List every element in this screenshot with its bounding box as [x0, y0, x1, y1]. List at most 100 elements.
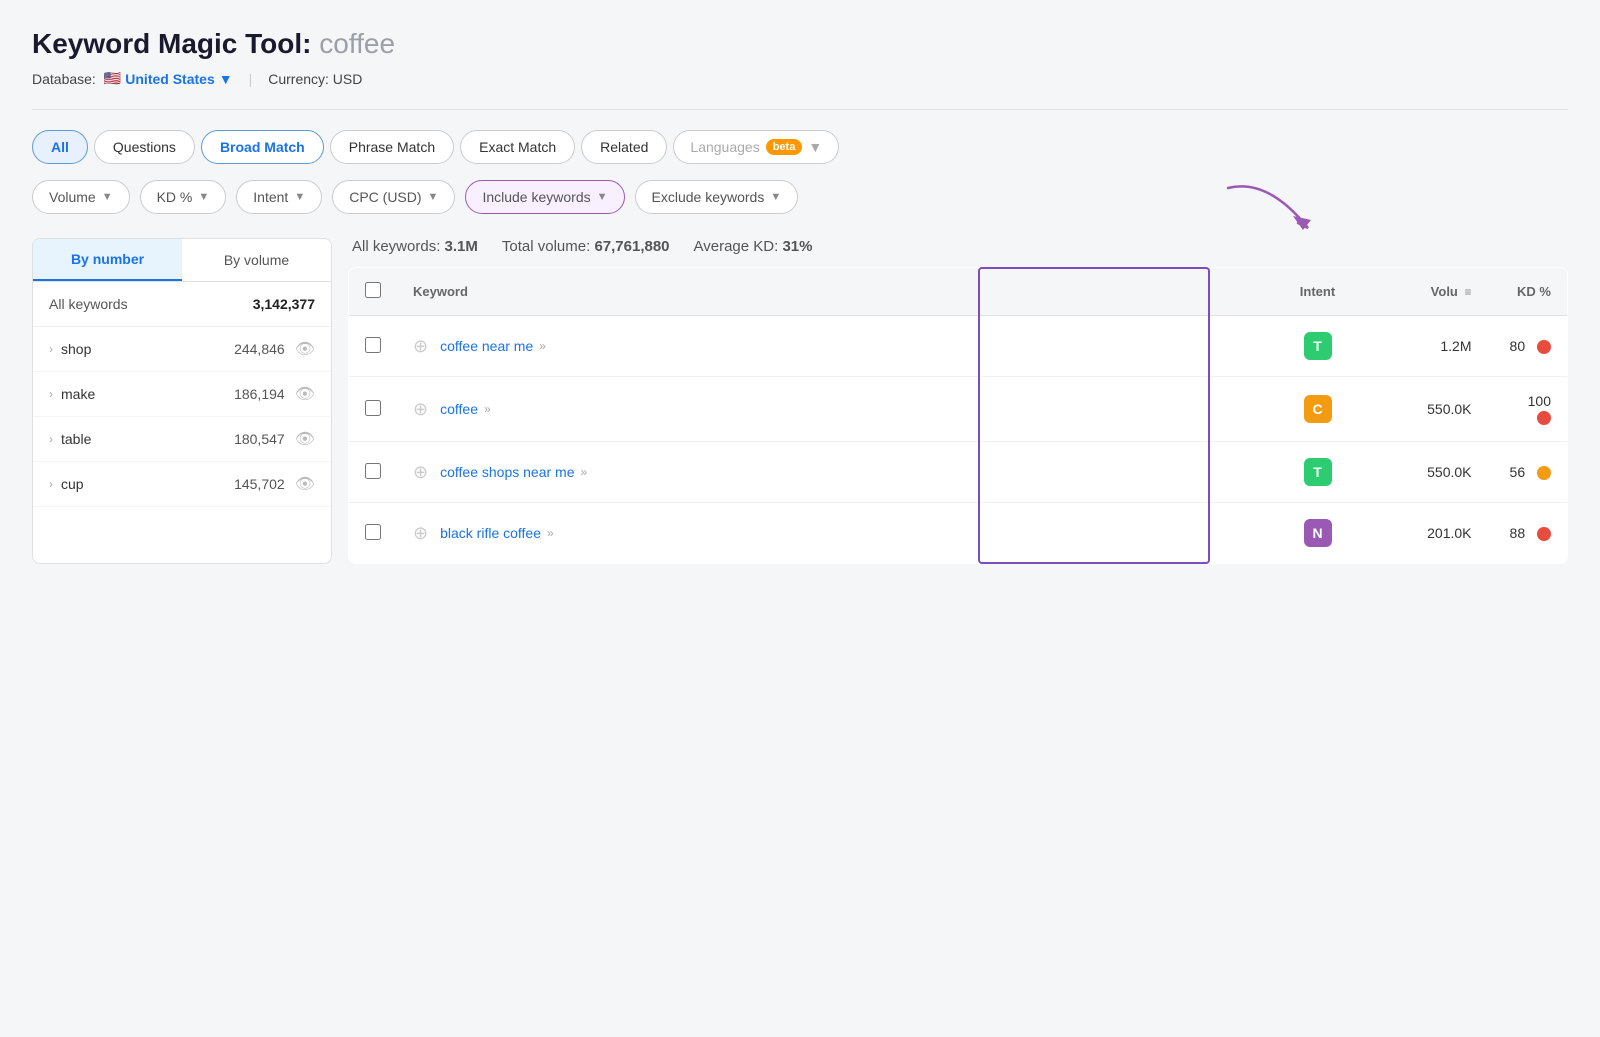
double-arrow-3-icon: »	[580, 465, 587, 479]
intent-badge-4: N	[1304, 519, 1332, 547]
expand-cup-icon[interactable]: ›	[49, 477, 53, 491]
td-keyword-2: ⊕ coffee »	[397, 377, 1268, 442]
volume-sort-icon[interactable]: ≡	[1464, 285, 1471, 299]
include-keywords-label: Include keywords	[482, 189, 590, 205]
eye-table-icon[interactable]: 👁	[295, 429, 315, 449]
keyword-link-1[interactable]: ⊕ coffee near me »	[413, 336, 1252, 357]
double-arrow-2-icon: »	[484, 402, 491, 416]
all-keywords-count: 3,142,377	[253, 296, 315, 312]
table-row: ⊕ coffee » C 550.0K 100	[349, 377, 1568, 442]
td-keyword-1: ⊕ coffee near me »	[397, 316, 1268, 377]
cpc-filter[interactable]: CPC (USD) ▼	[332, 180, 455, 214]
all-keywords-summary-label: All keywords: 3.1M	[352, 238, 478, 255]
add-keyword-3-icon[interactable]: ⊕	[413, 462, 428, 483]
keyword-cup: cup	[61, 476, 84, 492]
all-keywords-label: All keywords	[49, 296, 128, 312]
row2-checkbox[interactable]	[365, 400, 381, 416]
th-volume: Volu ≡	[1368, 268, 1488, 316]
add-keyword-1-icon[interactable]: ⊕	[413, 336, 428, 357]
exclude-keywords-filter[interactable]: Exclude keywords ▼	[635, 180, 799, 214]
table-row: ⊕ black rifle coffee » N 201.0K 88	[349, 503, 1568, 564]
query-label: coffee	[319, 28, 395, 59]
include-keywords-filter[interactable]: Include keywords ▼	[465, 180, 624, 214]
database-label: Database:	[32, 71, 96, 87]
tab-languages[interactable]: Languages beta ▼	[673, 130, 839, 164]
eye-make-icon[interactable]: 👁	[295, 384, 315, 404]
filter-bar: Volume ▼ KD % ▼ Intent ▼ CPC (USD) ▼ Inc…	[32, 180, 1568, 214]
include-keywords-chevron-icon: ▼	[597, 191, 608, 203]
count-table: 180,547	[234, 431, 285, 447]
td-kd-4: 88	[1488, 503, 1568, 564]
kd-dot-2	[1537, 411, 1551, 425]
languages-label: Languages	[690, 139, 759, 155]
kd-filter-chevron-icon: ▼	[198, 191, 209, 203]
by-volume-tab[interactable]: By volume	[182, 239, 331, 281]
avg-kd-label: Average KD: 31%	[694, 238, 813, 255]
intent-filter[interactable]: Intent ▼	[236, 180, 322, 214]
add-keyword-4-icon[interactable]: ⊕	[413, 523, 428, 544]
languages-chevron-icon: ▼	[808, 139, 822, 155]
add-keyword-2-icon[interactable]: ⊕	[413, 399, 428, 420]
count-make: 186,194	[234, 386, 285, 402]
eye-shop-icon[interactable]: 👁	[295, 339, 315, 359]
table-row: ⊕ coffee near me » T 1.2M 80	[349, 316, 1568, 377]
cpc-filter-chevron-icon: ▼	[428, 191, 439, 203]
tab-exact-match[interactable]: Exact Match	[460, 130, 575, 164]
tab-all[interactable]: All	[32, 130, 88, 164]
th-keyword: Keyword	[397, 268, 1268, 316]
volume-filter-label: Volume	[49, 189, 96, 205]
expand-make-icon[interactable]: ›	[49, 387, 53, 401]
row4-checkbox[interactable]	[365, 524, 381, 540]
exclude-keywords-chevron-icon: ▼	[770, 191, 781, 203]
database-chevron-icon: ▼	[219, 71, 233, 87]
keyword-text-4: black rifle coffee	[440, 525, 541, 541]
count-shop: 244,846	[234, 341, 285, 357]
td-volume-2: 550.0K	[1368, 377, 1488, 442]
kd-dot-3	[1537, 466, 1551, 480]
td-keyword-3: ⊕ coffee shops near me »	[397, 442, 1268, 503]
keyword-link-3[interactable]: ⊕ coffee shops near me »	[413, 462, 1252, 483]
expand-table-icon[interactable]: ›	[49, 432, 53, 446]
left-panel-header: All keywords 3,142,377	[33, 282, 331, 327]
keyword-link-2[interactable]: ⊕ coffee »	[413, 399, 1252, 420]
tab-questions[interactable]: Questions	[94, 130, 195, 164]
header-divider	[32, 109, 1568, 110]
kd-dot-4	[1537, 527, 1551, 541]
count-cup: 145,702	[234, 476, 285, 492]
keyword-text-3: coffee shops near me	[440, 464, 574, 480]
keyword-shop: shop	[61, 341, 91, 357]
td-kd-1: 80	[1488, 316, 1568, 377]
keyword-link-4[interactable]: ⊕ black rifle coffee »	[413, 523, 1252, 544]
td-intent-2: C	[1268, 377, 1368, 442]
by-number-tab[interactable]: By number	[33, 239, 182, 281]
keyword-text-2: coffee	[440, 401, 478, 417]
database-selector[interactable]: 🇺🇸 United States ▼	[104, 70, 233, 87]
double-arrow-1-icon: »	[539, 339, 546, 353]
us-flag-icon: 🇺🇸	[104, 70, 121, 87]
kd-dot-1	[1537, 340, 1551, 354]
select-all-checkbox[interactable]	[365, 282, 381, 298]
td-checkbox-4	[349, 503, 398, 564]
kd-filter[interactable]: KD % ▼	[140, 180, 227, 214]
tab-broad-match[interactable]: Broad Match	[201, 130, 324, 164]
keyword-table-container: Keyword Intent Volu ≡ KD %	[348, 267, 1568, 564]
row1-checkbox[interactable]	[365, 337, 381, 353]
td-checkbox-3	[349, 442, 398, 503]
keyword-text-1: coffee near me	[440, 338, 533, 354]
title-label: Keyword Magic Tool:	[32, 28, 312, 59]
td-intent-3: T	[1268, 442, 1368, 503]
td-intent-4: N	[1268, 503, 1368, 564]
left-panel-tabs: By number By volume	[33, 239, 331, 282]
expand-shop-icon[interactable]: ›	[49, 342, 53, 356]
summary-bar: All keywords: 3.1M Total volume: 67,761,…	[348, 238, 1568, 255]
kd-filter-label: KD %	[157, 189, 193, 205]
tab-related[interactable]: Related	[581, 130, 667, 164]
left-panel: By number By volume All keywords 3,142,3…	[32, 238, 332, 564]
row3-checkbox[interactable]	[365, 463, 381, 479]
tab-phrase-match[interactable]: Phrase Match	[330, 130, 454, 164]
avg-kd-value: 31%	[782, 238, 812, 255]
page-title: Keyword Magic Tool: coffee	[32, 28, 1568, 60]
eye-cup-icon[interactable]: 👁	[295, 474, 315, 494]
table-header: Keyword Intent Volu ≡ KD %	[349, 268, 1568, 316]
volume-filter[interactable]: Volume ▼	[32, 180, 130, 214]
